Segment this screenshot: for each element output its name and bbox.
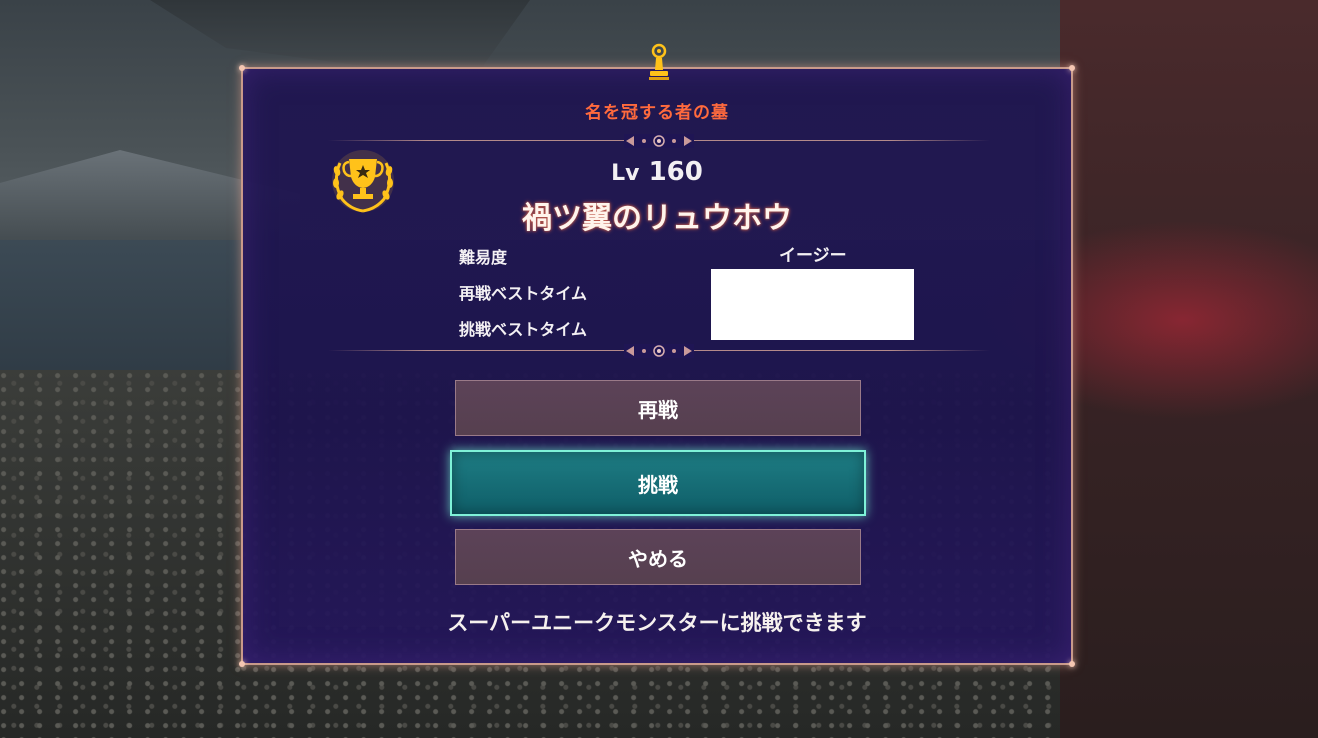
- stat-label: 難易度: [459, 248, 508, 267]
- ornamental-divider: [328, 344, 990, 358]
- corner-ornament: [239, 661, 245, 667]
- corner-ornament: [239, 65, 245, 71]
- stat-label: 挑戦ベストタイム: [459, 320, 588, 339]
- stat-label: 再戦ベストタイム: [459, 284, 588, 303]
- stat-value: イージー: [779, 246, 847, 266]
- challenge-dialog: 名を冠する者の墓 Lv 160 禍ツ翼のリュウホウ 難易度 イージー 再戦ベスト…: [239, 43, 1075, 667]
- challenge-button[interactable]: 挑戦: [450, 450, 866, 516]
- dungeon-title: 名を冠する者の墓: [585, 103, 729, 123]
- ornamental-divider: [328, 134, 990, 148]
- hint-text: スーパーユニークモンスターに挑戦できます: [447, 611, 867, 635]
- level-prefix: Lv: [611, 161, 640, 186]
- corner-ornament: [1069, 661, 1075, 667]
- level-value: 160: [648, 157, 703, 187]
- monster-level: Lv 160: [243, 157, 1071, 187]
- beacon-icon: [649, 43, 669, 80]
- redacted-times: [711, 269, 914, 340]
- monster-name: 禍ツ翼のリュウホウ: [522, 201, 792, 236]
- corner-ornament: [1069, 65, 1075, 71]
- cancel-button[interactable]: やめる: [455, 529, 861, 585]
- rematch-button[interactable]: 再戦: [455, 380, 861, 436]
